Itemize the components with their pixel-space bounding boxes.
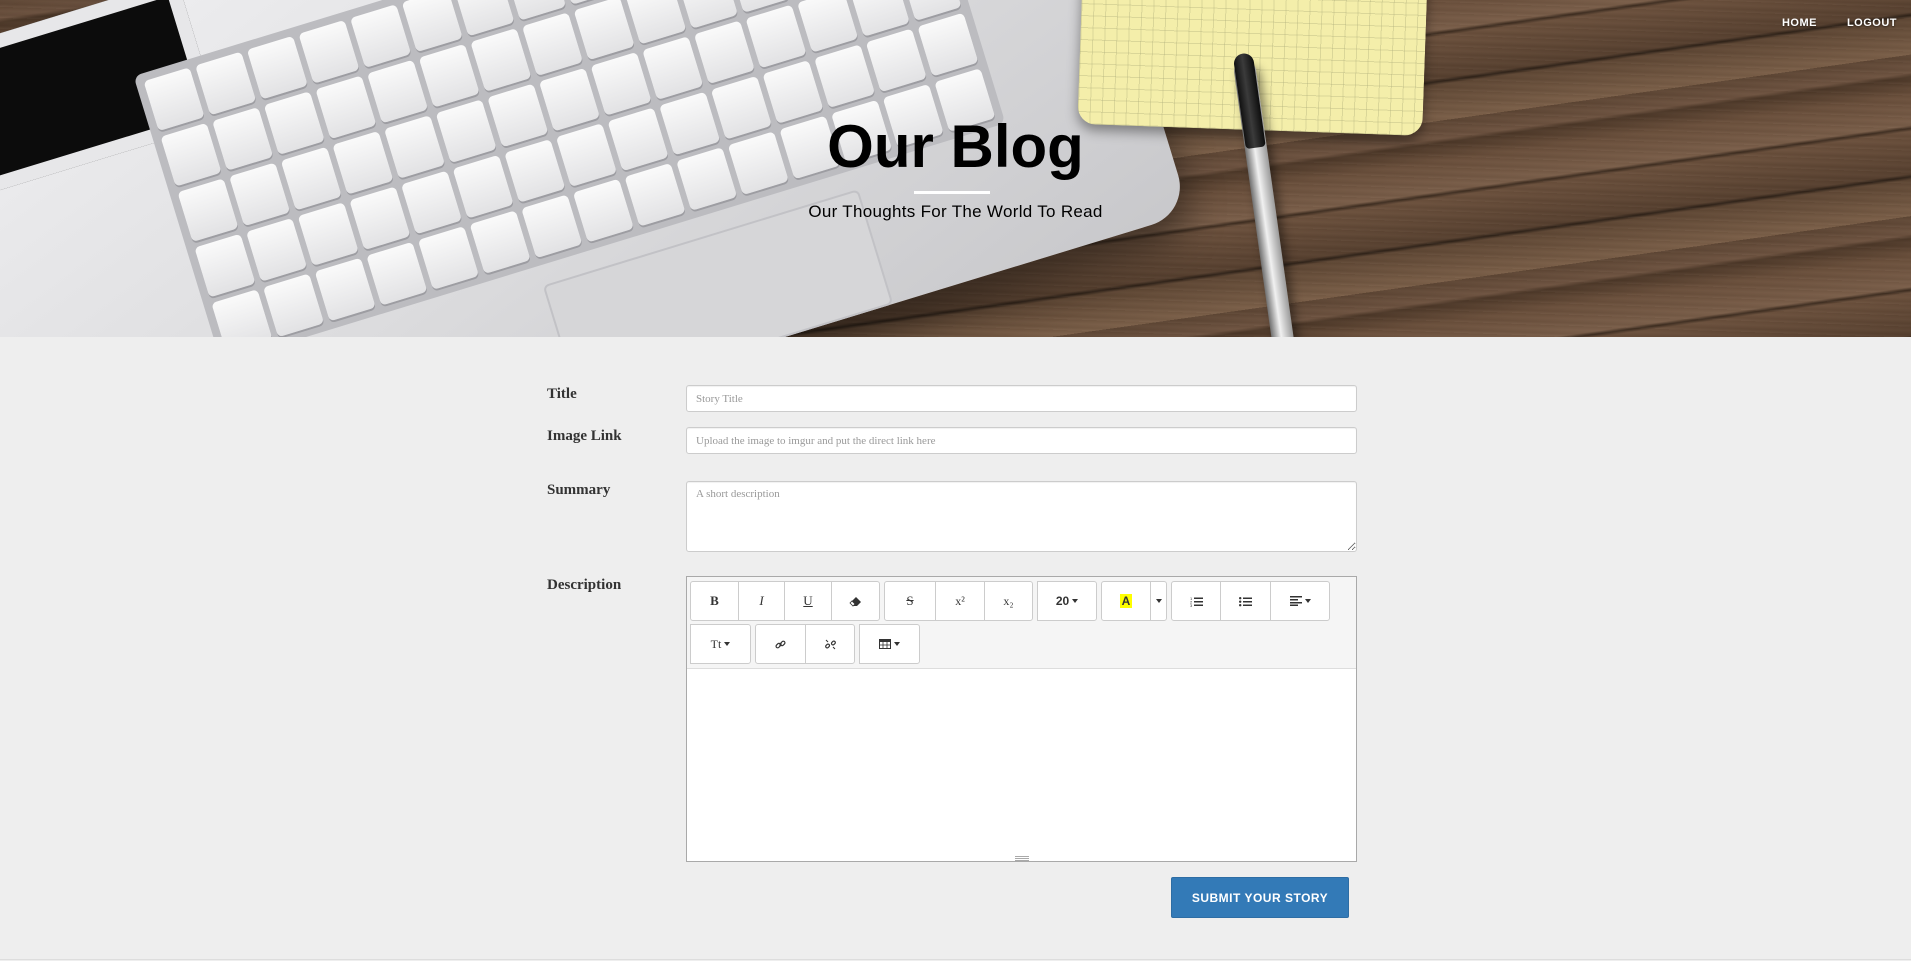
nav-home-link[interactable]: HOME	[1782, 17, 1817, 29]
eraser-icon	[849, 596, 861, 607]
table-group	[859, 624, 920, 664]
highlight-icon: A	[1119, 594, 1133, 608]
font-name-dropdown[interactable]: Tt	[690, 624, 751, 664]
italic-icon: I	[759, 593, 764, 608]
para-group: 1 2 3	[1171, 581, 1330, 621]
fontname-group: Tt	[690, 624, 751, 664]
ordered-list-button[interactable]: 1 2 3	[1171, 581, 1221, 621]
color-group: A	[1101, 581, 1167, 621]
unordered-list-icon	[1239, 596, 1252, 606]
svg-text:3: 3	[1190, 603, 1193, 607]
image-link-label: Image Link	[547, 428, 622, 444]
fontsize-group: 20	[1037, 581, 1097, 621]
description-label: Description	[547, 577, 622, 593]
align-left-icon	[1289, 596, 1302, 606]
title-input[interactable]	[686, 385, 1357, 412]
table-dropdown[interactable]	[859, 624, 920, 664]
title-label: Title	[547, 386, 577, 402]
font-group: S x² x₂	[884, 581, 1033, 621]
subscript-button[interactable]: x₂	[984, 581, 1033, 621]
italic-button[interactable]: I	[738, 581, 785, 621]
summary-textarea[interactable]	[686, 481, 1357, 552]
summary-label: Summary	[547, 482, 611, 498]
superscript-button[interactable]: x²	[935, 581, 985, 621]
chevron-down-icon	[1072, 599, 1079, 603]
table-icon	[879, 639, 891, 649]
footer-divider	[0, 959, 1911, 960]
strikethrough-icon: S	[906, 593, 914, 608]
unordered-list-button[interactable]	[1220, 581, 1271, 621]
link-group	[755, 624, 855, 664]
rich-text-editor: B I U S x² x₂ 20 A 1 2 3 Tt	[686, 576, 1357, 862]
image-link-input[interactable]	[686, 427, 1357, 454]
subscript-icon: x₂	[1003, 593, 1014, 608]
toolbar-row-2: Tt	[690, 624, 1356, 664]
underline-button[interactable]: U	[784, 581, 832, 621]
superscript-icon: x²	[955, 593, 965, 608]
editor-toolbar: B I U S x² x₂ 20 A 1 2 3 Tt	[687, 577, 1356, 669]
top-nav: HOME LOGOUT	[1782, 17, 1897, 29]
font-name-icon: Tt	[710, 636, 722, 651]
bold-button[interactable]: B	[690, 581, 739, 621]
font-size-dropdown[interactable]: 20	[1037, 581, 1097, 621]
bold-icon: B	[710, 593, 719, 608]
submit-story-button[interactable]: SUBMIT YOUR STORY	[1171, 877, 1349, 918]
unlink-button[interactable]	[805, 624, 855, 664]
title-divider	[914, 191, 990, 194]
link-button[interactable]	[755, 624, 806, 664]
ordered-list-icon: 1 2 3	[1190, 596, 1203, 607]
chevron-down-icon	[894, 642, 900, 646]
highlight-button[interactable]: A	[1101, 581, 1151, 621]
page-subtitle: Our Thoughts For The World To Read	[808, 202, 1103, 221]
chevron-down-icon	[724, 642, 731, 646]
link-icon	[775, 640, 786, 648]
color-dropdown-button[interactable]	[1150, 581, 1167, 621]
hero-banner: HOME LOGOUT Our Blog Our Thoughts For Th…	[0, 0, 1911, 337]
editor-resize-handle[interactable]	[1015, 856, 1029, 861]
description-editor-area[interactable]	[687, 669, 1356, 861]
clear-format-button[interactable]	[831, 581, 880, 621]
unlink-icon	[824, 639, 836, 649]
underline-icon: U	[803, 593, 813, 608]
strikethrough-button[interactable]: S	[884, 581, 936, 621]
font-size-value: 20	[1055, 594, 1070, 608]
nav-logout-link[interactable]: LOGOUT	[1847, 17, 1897, 29]
page-title: Our Blog	[827, 113, 1084, 180]
paragraph-align-dropdown[interactable]	[1270, 581, 1330, 621]
chevron-down-icon	[1155, 599, 1162, 603]
chevron-down-icon	[1304, 599, 1311, 603]
toolbar-row-1: B I U S x² x₂ 20 A 1 2 3	[690, 581, 1356, 621]
style-group: B I U	[690, 581, 880, 621]
